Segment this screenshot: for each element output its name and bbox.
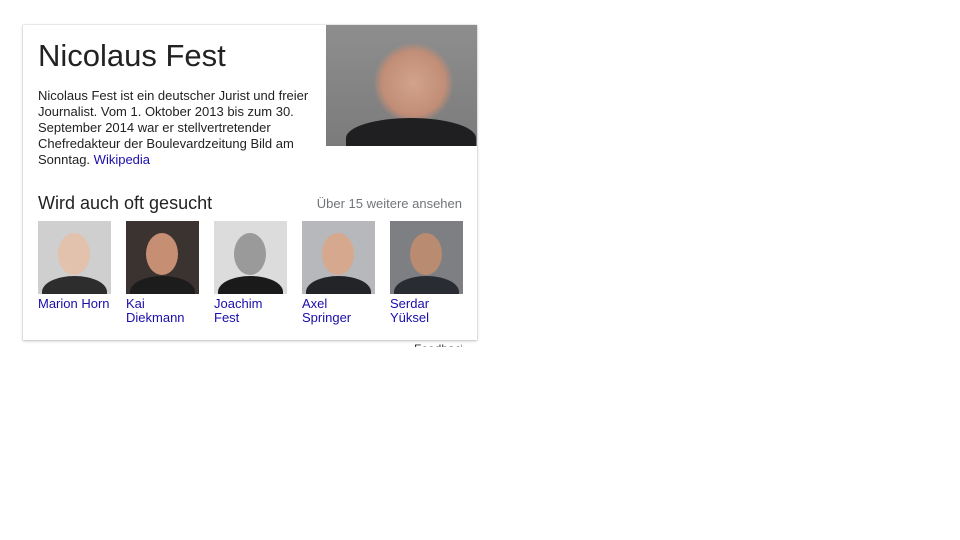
entity-photo[interactable] <box>326 25 477 146</box>
person-body <box>42 276 107 294</box>
person-thumbnail[interactable] <box>214 221 287 294</box>
related-person[interactable]: Serdar Yüksel <box>390 221 463 325</box>
related-person[interactable]: Joachim Fest <box>214 221 287 325</box>
feedback-link[interactable]: Feedback <box>414 343 462 347</box>
wikipedia-link[interactable]: Wikipedia <box>94 152 150 167</box>
person-thumbnail[interactable] <box>38 221 111 294</box>
knowledge-panel: Nicolaus Fest Nicolaus Fest ist ein deut… <box>23 25 477 340</box>
related-person[interactable]: Kai Diekmann <box>126 221 199 325</box>
person-face <box>146 233 178 275</box>
person-body <box>306 276 371 294</box>
person-thumbnail[interactable] <box>390 221 463 294</box>
person-body <box>218 276 283 294</box>
description-text: Nicolaus Fest ist ein deutscher Jurist u… <box>38 88 309 167</box>
person-thumbnail[interactable] <box>126 221 199 294</box>
person-name[interactable]: Joachim Fest <box>214 297 287 325</box>
related-people-list: Marion Horn Kai Diekmann Joachim Fest Ax… <box>38 221 468 331</box>
related-person[interactable]: Marion Horn <box>38 221 111 311</box>
related-section-title: Wird auch oft gesucht <box>38 193 213 213</box>
person-name[interactable]: Serdar Yüksel <box>390 297 463 325</box>
see-more-link[interactable]: Über 15 weitere ansehen <box>317 196 462 212</box>
entity-title: Nicolaus Fest <box>38 38 226 73</box>
person-thumbnail[interactable] <box>302 221 375 294</box>
person-face <box>410 233 442 275</box>
entity-description: Nicolaus Fest ist ein deutscher Jurist u… <box>38 88 318 168</box>
person-name[interactable]: Marion Horn <box>38 297 111 311</box>
person-face <box>322 233 354 275</box>
person-name[interactable]: Axel Springer <box>302 297 375 325</box>
person-name[interactable]: Kai Diekmann <box>126 297 199 325</box>
person-face <box>234 233 266 275</box>
person-body <box>394 276 459 294</box>
entity-photo-shirt <box>346 118 476 146</box>
person-body <box>130 276 195 294</box>
related-person[interactable]: Axel Springer <box>302 221 375 325</box>
person-face <box>58 233 90 275</box>
